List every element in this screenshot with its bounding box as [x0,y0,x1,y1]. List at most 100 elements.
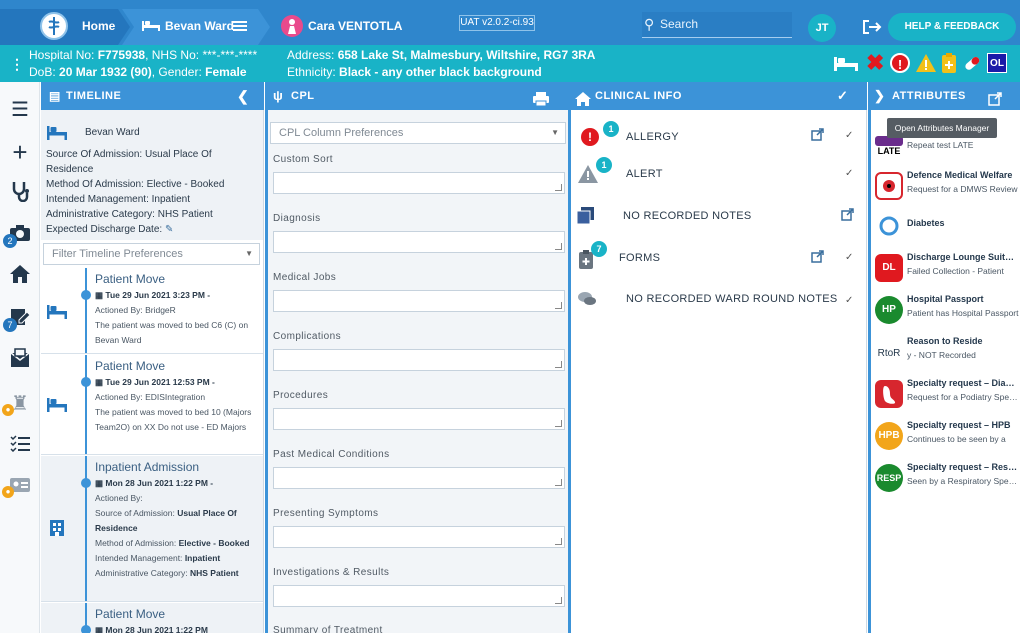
procedures-field[interactable] [273,408,565,430]
list-icon[interactable]: ☰ [6,96,34,124]
hpb-icon: HPB [875,422,903,450]
logout-icon[interactable] [862,19,882,38]
diabetes-ring-icon [875,214,903,242]
patient-ids: Hospital No: F775938, NHS No: ***-***-**… [29,48,258,79]
chevron-down-icon[interactable]: ✓ [837,82,848,110]
bed-status-icon[interactable] [834,55,858,74]
add-icon[interactable]: + [6,138,34,166]
top-bar: Home Bevan Ward Cara VENTOTLA UAT v2.0.2… [0,0,1020,45]
chevron-down-icon[interactable]: ✓ [845,295,853,306]
cpl-field-label: Diagnosis [273,213,321,224]
stethoscope-icon[interactable] [6,180,34,208]
cpl-field-label: Summary of Treatment [273,625,383,633]
timeline-event[interactable]: Patient Move ▦ Tue 29 Jun 2021 12:53 PM … [41,355,263,455]
attribute-title: Specialty request – Respiratory [907,462,1019,472]
attribute-item[interactable]: Diabetes [871,212,1020,252]
attribute-item[interactable]: Specialty request – Diabetes Request for… [871,378,1020,418]
attribute-subtitle: Patient has Hospital Passport [907,308,1019,318]
attribute-title: Hospital Passport [907,294,984,304]
attribute-item[interactable]: RESP Specialty request – Respiratory See… [871,462,1020,502]
chevron-down-icon[interactable]: ✓ [845,252,853,263]
medical-jobs-field[interactable] [273,290,565,312]
clinical-info-panel: ! 1 ALLERGY ✓ 1 ALERT ✓ NO RECORDED NOTE… [568,110,867,633]
poppy-icon [875,172,903,200]
ol-badge[interactable]: OL [987,53,1007,73]
user-avatar[interactable]: JT [808,14,836,42]
edit-discharge-icon[interactable]: ✎ [165,224,173,235]
complications-field[interactable] [273,349,565,371]
cpl-preferences-select[interactable]: CPL Column Preferences ▼ [270,122,566,144]
open-external-icon[interactable] [811,128,824,144]
home-icon[interactable] [6,264,34,292]
timeline-title: TIMELINE [66,90,122,102]
diagnosis-field[interactable] [273,231,565,253]
medication-icon[interactable] [962,53,982,76]
attributes-header: ❯ ATTRIBUTES [868,82,1020,110]
mail-icon[interactable] [6,348,34,376]
allergy-label: ALLERGY [626,131,679,143]
notes-label: NO RECORDED NOTES [623,210,752,222]
cpl-field-label: Complications [273,331,342,342]
cpl-header: ψ CPL [265,82,568,110]
collapse-chevron-icon[interactable]: ❮ [237,82,249,110]
clinical-info-title: CLINICAL INFO [595,90,682,102]
custom-sort-field[interactable] [273,172,565,194]
open-external-icon[interactable] [811,250,824,266]
attribute-item[interactable]: HP Hospital Passport Patient has Hospita… [871,294,1020,334]
cross-icon[interactable]: ✖ [866,50,884,76]
tooltip: Open Attributes Manager [887,118,997,138]
ward-menu-icon[interactable] [233,20,247,35]
breadcrumb-ward-label[interactable]: Bevan Ward [165,19,234,33]
breadcrumb-home-label[interactable]: Home [82,19,115,33]
attribute-item[interactable]: DL Discharge Lounge Suitability Failed C… [871,252,1020,292]
patient-banner: ⋮ Hospital No: F775938, NHS No: ***-***-… [0,45,1020,82]
cpl-field-label: Custom Sort [273,154,333,165]
bed-move-icon [47,305,67,322]
lock-icon: ● [2,486,14,498]
chevron-down-icon[interactable]: ✓ [845,168,853,179]
attribute-subtitle: Request for a Podiatry Specialist [907,392,1019,402]
timeline-event[interactable]: Inpatient Admission ▦ Mon 28 Jun 2021 1:… [41,456,263,602]
ward-round-notes-row[interactable]: NO RECORDED WARD ROUND NOTES ✓ [571,282,866,320]
attribute-title: Reason to Reside [907,336,983,346]
warning-icon[interactable] [915,53,937,76]
left-nav: ☰ + 2 7 ♜ ● ● [0,82,40,633]
reason-to-reside-icon: RtoR [875,340,903,368]
attribute-item[interactable]: RtoR Reason to Reside y - NOT Recorded [871,336,1020,376]
chevron-down-icon[interactable]: ✓ [845,130,853,141]
allergy-row[interactable]: ! 1 ALLERGY ✓ [571,118,866,156]
checklist-icon[interactable] [6,432,34,460]
attribute-item[interactable]: Defence Medical Welfare Request for a DM… [871,170,1020,210]
timeline-filter-select[interactable]: Filter Timeline Preferences ▼ [43,243,260,265]
patient-female-icon [281,15,303,37]
alert-row[interactable]: 1 ALERT ✓ [571,156,866,194]
notes-icon [576,207,595,228]
help-feedback-button[interactable]: HELP & FEEDBACK [888,13,1016,41]
admission-summary: Bevan Ward Source Of Admission: Usual Pl… [41,110,263,240]
attribute-subtitle: Repeat test LATE [907,140,974,150]
timeline-event[interactable]: Patient Move ▦ Tue 29 Jun 2021 3:23 PM -… [41,268,263,354]
bed-icon [142,19,160,34]
breadcrumb-patient-label[interactable]: Cara VENTOTLA [308,19,402,33]
cpl-panel: CPL Column Preferences ▼ Custom Sort Diag… [265,110,568,633]
cpl-field-label: Presenting Symptoms [273,508,379,519]
chevron-right-icon[interactable]: ❯ [874,82,885,110]
hospital-passport-icon: HP [875,296,903,324]
presenting-symptoms-field[interactable] [273,526,565,548]
search-input[interactable]: ⚲ Search [642,12,792,38]
investigations-results-field[interactable] [273,585,565,607]
past-medical-conditions-field[interactable] [273,467,565,489]
forms-row[interactable]: 7 FORMS ✓ [571,240,866,278]
notes-row[interactable]: NO RECORDED NOTES [571,198,866,236]
cpl-field-label: Investigations & Results [273,567,390,578]
attribute-subtitle: Request for a DMWS Review [907,184,1018,194]
timeline-header: ▤ TIMELINE ❮ [41,82,264,110]
patient-menu-icon[interactable]: ⋮ [10,56,24,73]
forms-icon[interactable] [941,52,957,77]
cpl-field-label: Past Medical Conditions [273,449,390,460]
allergy-alert-icon[interactable]: ! [890,53,910,73]
open-external-icon[interactable] [841,208,854,224]
chat-bubble-icon [577,291,597,310]
timeline-event[interactable]: Patient Move ▦ Mon 28 Jun 2021 1:22 PM [41,603,263,633]
attribute-item[interactable]: HPB Specialty request – HPB Continues to… [871,420,1020,460]
